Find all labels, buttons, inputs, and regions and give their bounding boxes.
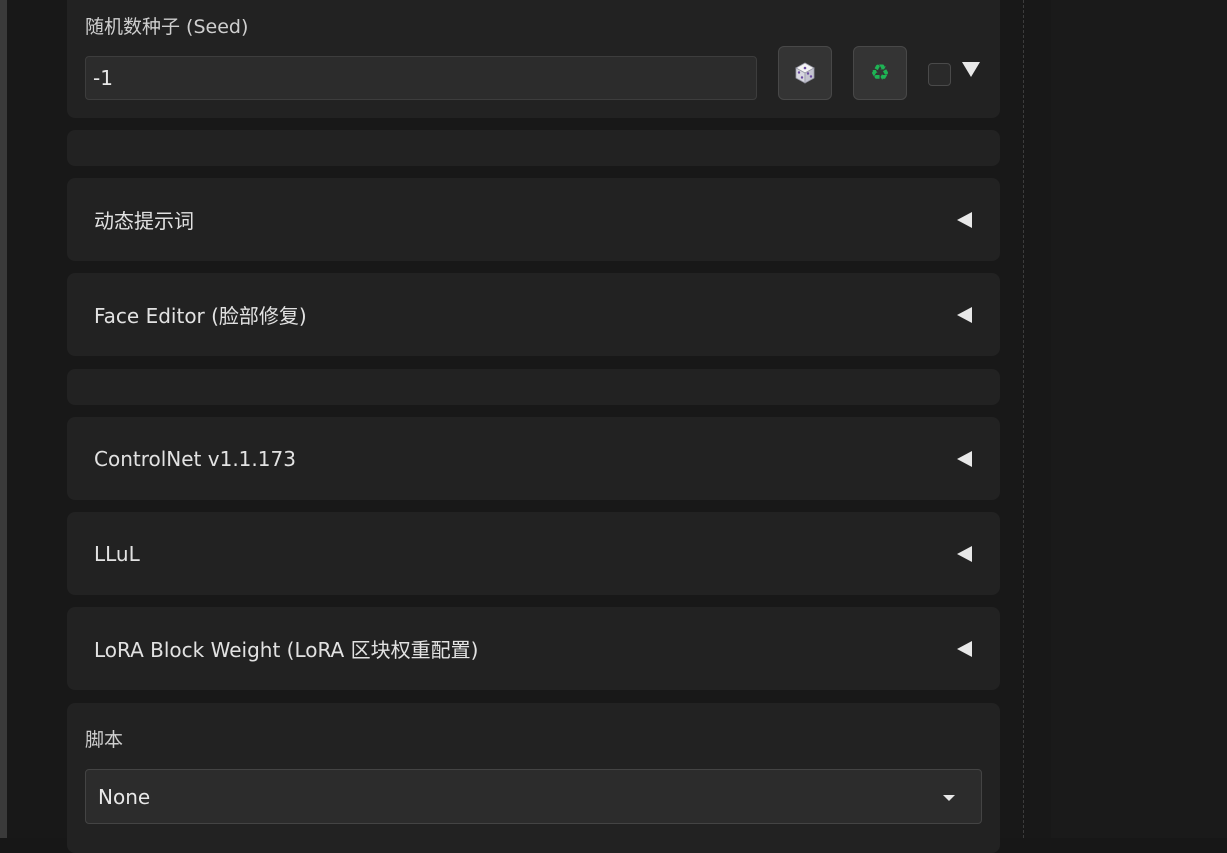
reuse-seed-button[interactable]: ♻	[853, 46, 907, 100]
script-panel: 脚本 None	[67, 703, 1000, 853]
accordion-lora-block-weight[interactable]: LoRA Block Weight (LoRA 区块权重配置)	[67, 607, 1000, 690]
extra-seed-checkbox[interactable]	[928, 63, 951, 86]
empty-panel	[67, 130, 1000, 166]
triangle-left-icon	[957, 641, 972, 657]
script-label: 脚本	[85, 729, 124, 751]
empty-panel	[67, 369, 1000, 405]
accordion-dynamic-prompts[interactable]: 动态提示词	[67, 178, 1000, 261]
accordion-title: ControlNet v1.1.173	[94, 446, 296, 471]
seed-label: 随机数种子 (Seed)	[85, 16, 249, 38]
accordion-face-editor[interactable]: Face Editor (脸部修复)	[67, 273, 1000, 356]
accordion-title: Face Editor (脸部修复)	[94, 304, 307, 328]
seed-input[interactable]	[85, 56, 757, 100]
random-seed-button[interactable]	[778, 46, 832, 100]
triangle-left-icon	[957, 212, 972, 228]
triangle-left-icon	[957, 451, 972, 467]
accordion-title: LoRA Block Weight (LoRA 区块权重配置)	[94, 638, 479, 662]
triangle-left-icon	[957, 307, 972, 323]
chevron-down-icon	[943, 795, 955, 801]
script-dropdown[interactable]: None	[85, 769, 982, 824]
accordion-llul[interactable]: LLuL	[67, 512, 1000, 595]
triangle-left-icon	[957, 546, 972, 562]
script-selected-value: None	[98, 784, 151, 809]
right-panel	[1051, 0, 1227, 838]
accordion-controlnet[interactable]: ControlNet v1.1.173	[67, 417, 1000, 500]
accordion-title: 动态提示词	[94, 209, 194, 233]
accordion-title: LLuL	[94, 541, 140, 566]
triangle-down-icon[interactable]	[962, 62, 980, 77]
left-edge-bar	[0, 0, 7, 838]
seed-panel: 随机数种子 (Seed) ♻	[67, 0, 1000, 118]
recycle-icon: ♻	[870, 60, 890, 86]
dice-icon	[795, 62, 815, 84]
column-divider[interactable]	[1023, 0, 1024, 838]
